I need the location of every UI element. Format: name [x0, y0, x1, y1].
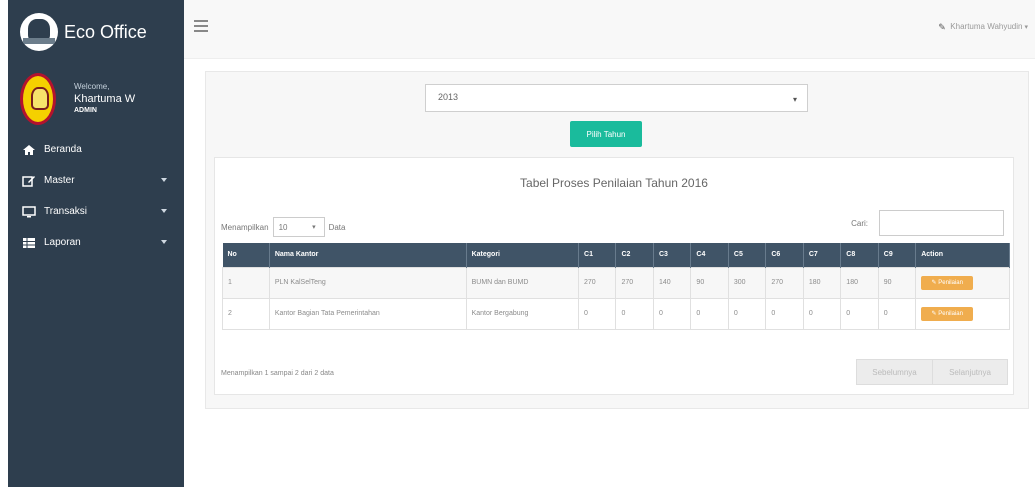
length-suffix: Data	[328, 222, 346, 232]
table-info: Menampilkan 1 sampai 2 dari 2 data	[221, 370, 334, 377]
cell-c7: 0	[802, 297, 842, 330]
menu-toggle-icon[interactable]	[194, 20, 208, 32]
sidebar-item-transaksi[interactable]: Transaksi	[8, 196, 184, 227]
avatar	[20, 73, 56, 125]
topbar: ✎ Khartuma Wahyudin ▾	[184, 0, 1035, 59]
search-input[interactable]	[879, 210, 1004, 236]
user-name: Khartuma W	[74, 93, 136, 105]
col-nama-kantor[interactable]: Nama Kantor	[269, 243, 467, 267]
sidebar-item-laporan[interactable]: Laporan	[8, 227, 184, 258]
chevron-down-icon	[161, 178, 167, 182]
cell-c9: 90	[877, 266, 917, 299]
cell-no: 2	[222, 297, 270, 330]
sidebar-item-label: Transaksi	[44, 206, 87, 217]
home-icon	[22, 144, 36, 156]
edit-icon	[22, 175, 36, 187]
cell-c8: 0	[840, 297, 879, 330]
cell-c4: 90	[690, 266, 729, 299]
penilaian-button[interactable]: ✎ Penilaian	[921, 306, 974, 321]
chevron-down-icon: ▾	[312, 224, 316, 231]
cell-nama-kantor: PLN KalSelTeng	[268, 266, 467, 299]
col-c3[interactable]: C3	[653, 243, 692, 267]
cell-action: ✎ Penilaian	[915, 297, 1010, 330]
welcome-text: Welcome,	[74, 82, 110, 91]
penilaian-button[interactable]: ✎ Penilaian	[921, 275, 974, 290]
table-icon	[22, 237, 36, 249]
pagination: Sebelumnya Selanjutnya	[856, 359, 1008, 385]
cell-c3: 0	[652, 297, 692, 330]
col-c8[interactable]: C8	[840, 243, 879, 267]
sidebar-item-label: Beranda	[44, 144, 82, 155]
cell-c8: 180	[840, 266, 879, 299]
chevron-down-icon	[161, 209, 167, 213]
panel-title: Tabel Proses Penilaian Tahun 2016	[520, 176, 708, 190]
col-action: Action	[915, 243, 1010, 267]
cell-c6: 0	[765, 297, 804, 330]
col-c1[interactable]: C1	[578, 243, 617, 267]
pick-year-button[interactable]: Pilih Tahun	[570, 121, 642, 147]
cell-c1: 0	[578, 297, 617, 330]
table-search: Cari:	[851, 210, 1004, 236]
col-no[interactable]: No	[222, 243, 270, 267]
search-label: Cari:	[851, 218, 868, 228]
sidebar-item-master[interactable]: Master	[8, 165, 184, 196]
cell-c6: 270	[765, 266, 804, 299]
cell-no: 1	[222, 266, 270, 299]
cell-c9: 0	[877, 297, 917, 330]
year-select-value: 2013	[438, 92, 459, 102]
sidebar-item-beranda[interactable]: Beranda	[8, 134, 184, 165]
user-dropdown[interactable]: ✎ Khartuma Wahyudin ▾	[938, 22, 1028, 32]
brand-logo-icon	[20, 13, 58, 51]
col-kategori[interactable]: Kategori	[466, 243, 580, 267]
cell-c4: 0	[690, 297, 729, 330]
cell-c5: 0	[727, 297, 767, 330]
table-header-row: No Nama Kantor Kategori C1 C2 C3 C4 C5 C…	[222, 243, 1010, 267]
chevron-down-icon	[161, 240, 167, 244]
sidebar-item-label: Master	[44, 175, 75, 186]
user-profile: Welcome, Khartuma W ADMIN	[8, 64, 184, 134]
cell-c2: 270	[615, 266, 654, 299]
pencil-icon: ✎	[938, 22, 946, 32]
brand-title: Eco Office	[64, 21, 147, 42]
user-dropdown-label: Khartuma Wahyudin	[950, 22, 1023, 31]
entries-length: Menampilkan 10 ▾ Data	[221, 217, 345, 237]
cell-c3: 140	[652, 266, 692, 299]
desktop-icon	[22, 205, 36, 218]
col-c4[interactable]: C4	[690, 243, 729, 267]
length-value: 10	[278, 223, 288, 232]
sidebar: Eco Office Welcome, Khartuma W ADMIN Ber…	[8, 0, 184, 487]
chevron-down-icon: ▾	[1024, 23, 1028, 31]
assessment-table: No Nama Kantor Kategori C1 C2 C3 C4 C5 C…	[222, 243, 1010, 330]
cell-c7: 180	[802, 266, 842, 299]
cell-c2: 0	[615, 297, 654, 330]
app-root: Eco Office Welcome, Khartuma W ADMIN Ber…	[0, 0, 1035, 487]
brand[interactable]: Eco Office	[8, 0, 184, 64]
chevron-down-icon: ▾	[792, 95, 797, 104]
main-content: 2013 ▾ Pilih Tahun Tabel Proses Penilaia…	[205, 71, 1029, 409]
col-c5[interactable]: C5	[728, 243, 767, 267]
penilaian-label: Penilaian	[938, 310, 963, 317]
cell-kategori: Kantor Bergabung	[465, 297, 580, 330]
col-c2[interactable]: C2	[615, 243, 654, 267]
col-c6[interactable]: C6	[765, 243, 804, 267]
col-c7[interactable]: C7	[803, 243, 842, 267]
table-row: 2 Kantor Bagian Tata Pemerintahan Kantor…	[222, 297, 1010, 330]
length-label: Menampilkan	[221, 222, 269, 232]
previous-page-button[interactable]: Sebelumnya	[856, 359, 933, 385]
col-c9[interactable]: C9	[878, 243, 917, 267]
cell-c1: 270	[578, 266, 617, 299]
table-row: 1 PLN KalSelTeng BUMN dan BUMD 270 270 1…	[222, 266, 1010, 299]
cell-c5: 300	[727, 266, 767, 299]
user-role: ADMIN	[74, 107, 97, 114]
next-page-button[interactable]: Selanjutnya	[932, 359, 1008, 385]
cell-nama-kantor: Kantor Bagian Tata Pemerintahan	[268, 297, 467, 330]
data-panel: Tabel Proses Penilaian Tahun 2016 Menamp…	[214, 157, 1014, 395]
penilaian-label: Penilaian	[938, 279, 963, 286]
user-info: Welcome, Khartuma W ADMIN	[74, 81, 135, 117]
sidebar-item-label: Laporan	[44, 237, 81, 248]
year-select[interactable]: 2013 ▾	[425, 84, 808, 112]
cell-kategori: BUMN dan BUMD	[465, 266, 580, 299]
cell-action: ✎ Penilaian	[915, 266, 1010, 299]
length-select[interactable]: 10 ▾	[272, 217, 325, 237]
